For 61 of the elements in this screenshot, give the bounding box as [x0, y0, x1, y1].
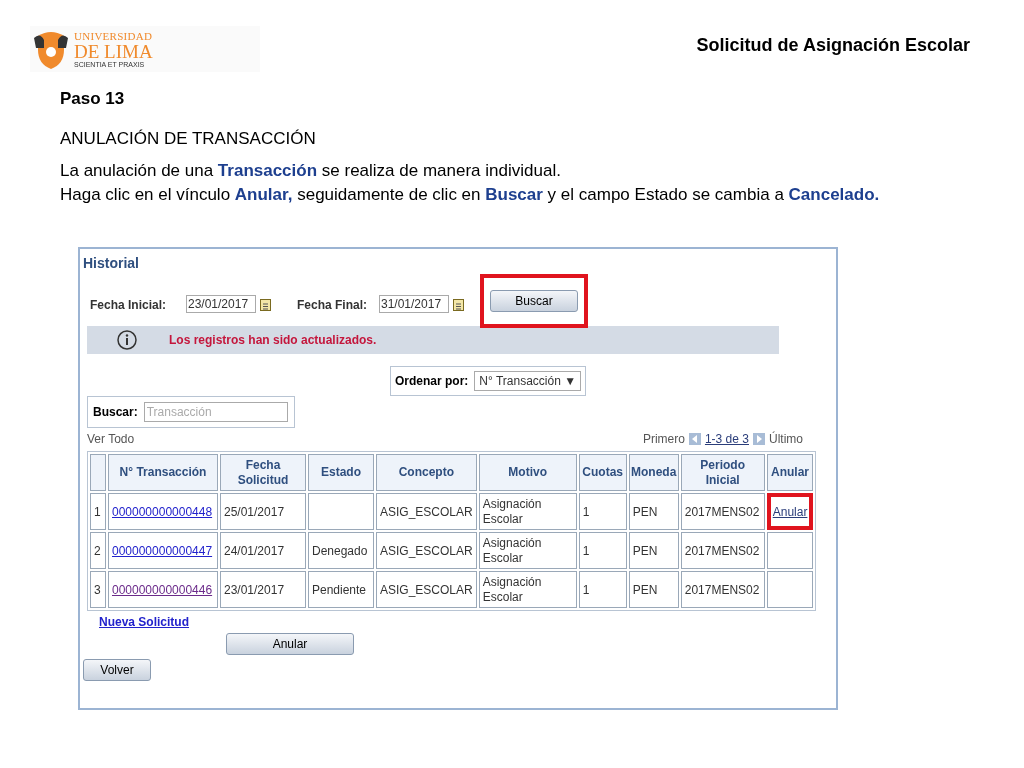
- column-header: Periodo Inicial: [680, 454, 765, 491]
- date-field[interactable]: 23/01/2017: [186, 295, 256, 313]
- view-all-link[interactable]: Ver Todo: [87, 430, 135, 448]
- row-number: 3: [90, 571, 106, 608]
- table-cell: 23/01/2017: [220, 571, 306, 608]
- instruction-text: La anulación de una Transacción se realiza de manera individual.: [60, 160, 562, 182]
- sort-label: Ordenar por:: [395, 373, 469, 390]
- table-cell: Denegado: [308, 532, 374, 569]
- row-number: 1: [90, 493, 106, 530]
- back-button[interactable]: Volver: [83, 659, 151, 681]
- logo-text: DE LIMA: [74, 41, 153, 61]
- table-cell: Asignación Escolar: [478, 493, 577, 530]
- column-header: Fecha Solicitud: [220, 454, 306, 491]
- date-field[interactable]: 31/01/2017: [379, 295, 449, 313]
- page-title: Solicitud de Asignación Escolar: [696, 34, 970, 57]
- column-header: N° Transacción: [108, 454, 218, 491]
- pager-first[interactable]: Primero: [642, 430, 685, 448]
- table-cell: 2017MENS02: [680, 493, 765, 530]
- logo-text: UNIVERSIDAD: [74, 30, 153, 42]
- pager-range[interactable]: 1-3 de 3: [704, 430, 749, 448]
- table-cell: 2017MENS02: [680, 532, 765, 569]
- new-request-link[interactable]: Nueva Solicitud: [99, 613, 190, 631]
- column-header: Concepto: [376, 454, 477, 491]
- row-number: 2: [90, 532, 106, 569]
- sort-dropdown[interactable]: N° Transacción ▼: [474, 371, 582, 391]
- table-cell: 1: [578, 571, 627, 608]
- table-cell: Pendiente: [308, 571, 374, 608]
- info-icon: [117, 330, 137, 350]
- pager-last[interactable]: Último: [769, 430, 803, 448]
- table-cell: PEN: [628, 571, 679, 608]
- table-cell: 24/01/2017: [220, 532, 306, 569]
- step-label: Paso 13: [60, 88, 126, 110]
- calendar-icon[interactable]: [453, 297, 464, 311]
- column-header: Cuotas: [578, 454, 627, 491]
- message-text: Los registros han sido actualizados.: [169, 332, 377, 349]
- table-cell: ASIG_ESCOLAR: [376, 532, 477, 569]
- search-label: Buscar:: [93, 404, 138, 421]
- section-title: ANULACIÓN DE TRANSACCIÓN: [60, 127, 317, 150]
- column-header: Estado: [308, 454, 374, 491]
- table-cell: 2017MENS02: [680, 571, 765, 608]
- search-button[interactable]: Buscar: [490, 290, 578, 312]
- cancel-button[interactable]: Anular: [226, 633, 354, 655]
- table-cell: 1: [578, 532, 627, 569]
- column-header: Motivo: [478, 454, 577, 491]
- column-header: Moneda: [628, 454, 679, 491]
- field-label: Fecha Final:: [297, 297, 368, 314]
- table-cell: 1: [578, 493, 627, 530]
- table-cell: Asignación Escolar: [478, 532, 577, 569]
- instruction-text: Haga clic en el vínculo Anular, seguidamente de clic en Buscar y el campo Estado se cambia a Cancelado.: [60, 184, 880, 206]
- table-cell: ASIG_ESCOLAR: [376, 571, 477, 608]
- table-cell: PEN: [628, 493, 679, 530]
- field-label: Fecha Inicial:: [90, 297, 168, 314]
- table-cell: PEN: [628, 532, 679, 569]
- table-cell: ASIG_ESCOLAR: [376, 493, 477, 530]
- column-header: Anular: [766, 454, 814, 491]
- search-field[interactable]: Transacción: [143, 402, 288, 422]
- calendar-icon[interactable]: [260, 297, 271, 311]
- table-cell: Asignación Escolar: [478, 571, 577, 608]
- table-cell: [308, 493, 374, 530]
- panel-title: Historial: [83, 254, 140, 273]
- table-cell: 25/01/2017: [220, 493, 306, 530]
